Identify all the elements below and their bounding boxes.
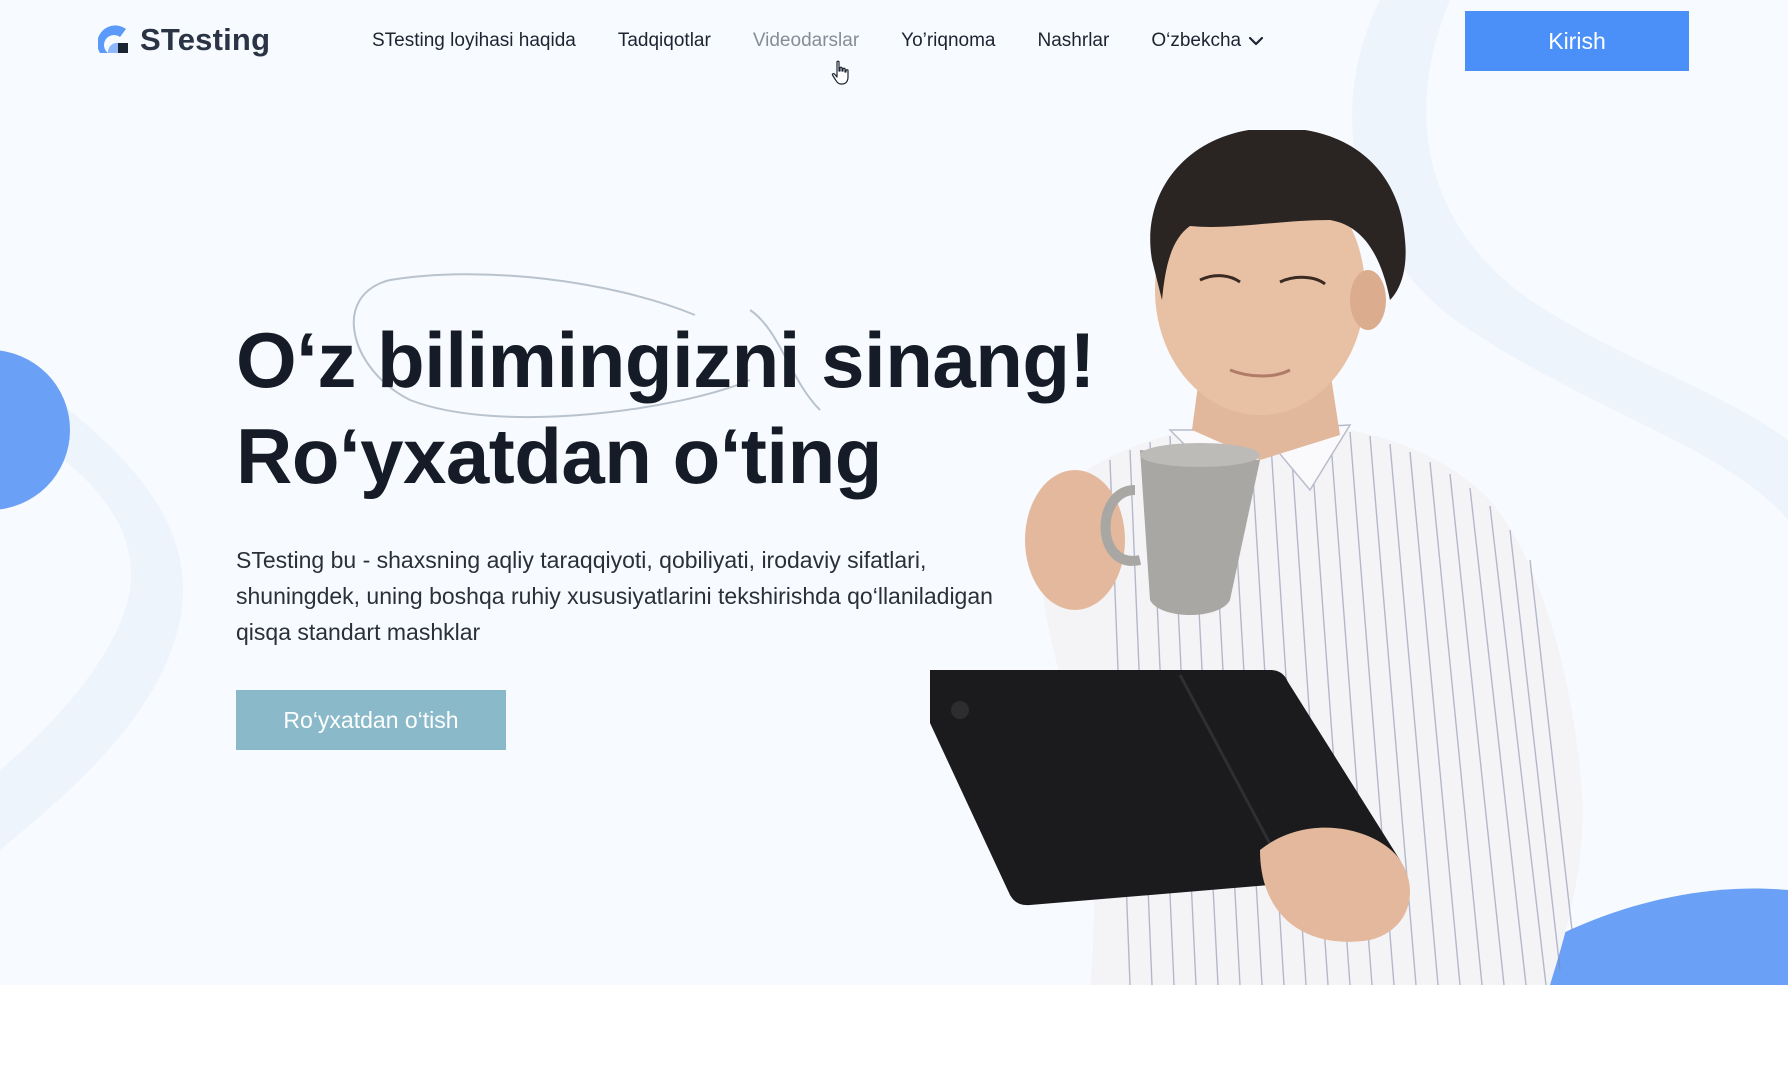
- chevron-down-icon: [1249, 36, 1264, 46]
- login-button[interactable]: Kirish: [1465, 11, 1689, 71]
- logo-text: STesting: [140, 22, 271, 57]
- main-nav: STesting loyihasi haqida Tadqiqotlar Vid…: [372, 26, 1265, 56]
- nav-item-about[interactable]: STesting loyihasi haqida: [372, 30, 576, 52]
- page: STesting STesting loyihasi haqida Tadqiq…: [0, 0, 1788, 1071]
- logo[interactable]: STesting: [98, 20, 270, 60]
- language-selector[interactable]: O‘zbekcha: [1151, 30, 1265, 52]
- nav-item-guide[interactable]: Yo’riqnoma: [901, 30, 995, 52]
- nav-item-video-lessons[interactable]: Videodarslar: [753, 30, 859, 52]
- nav-item-publications[interactable]: Nashrlar: [1038, 30, 1110, 52]
- language-label: O‘zbekcha: [1151, 30, 1242, 51]
- hero-description: STesting bu - shaxsning aqliy taraqqiyot…: [236, 547, 993, 645]
- hand-pointer-icon: [831, 60, 849, 85]
- logo-mark-icon: [98, 25, 128, 53]
- site-header: STesting STesting loyihasi haqida Tadqiq…: [0, 0, 1788, 82]
- student-with-tablet-image: [930, 130, 1583, 985]
- hero-section: STesting STesting loyihasi haqida Tadqiq…: [0, 0, 1788, 985]
- register-button[interactable]: Ro‘yxatdan o‘tish: [236, 690, 506, 750]
- nav-item-research[interactable]: Tadqiqotlar: [618, 30, 711, 52]
